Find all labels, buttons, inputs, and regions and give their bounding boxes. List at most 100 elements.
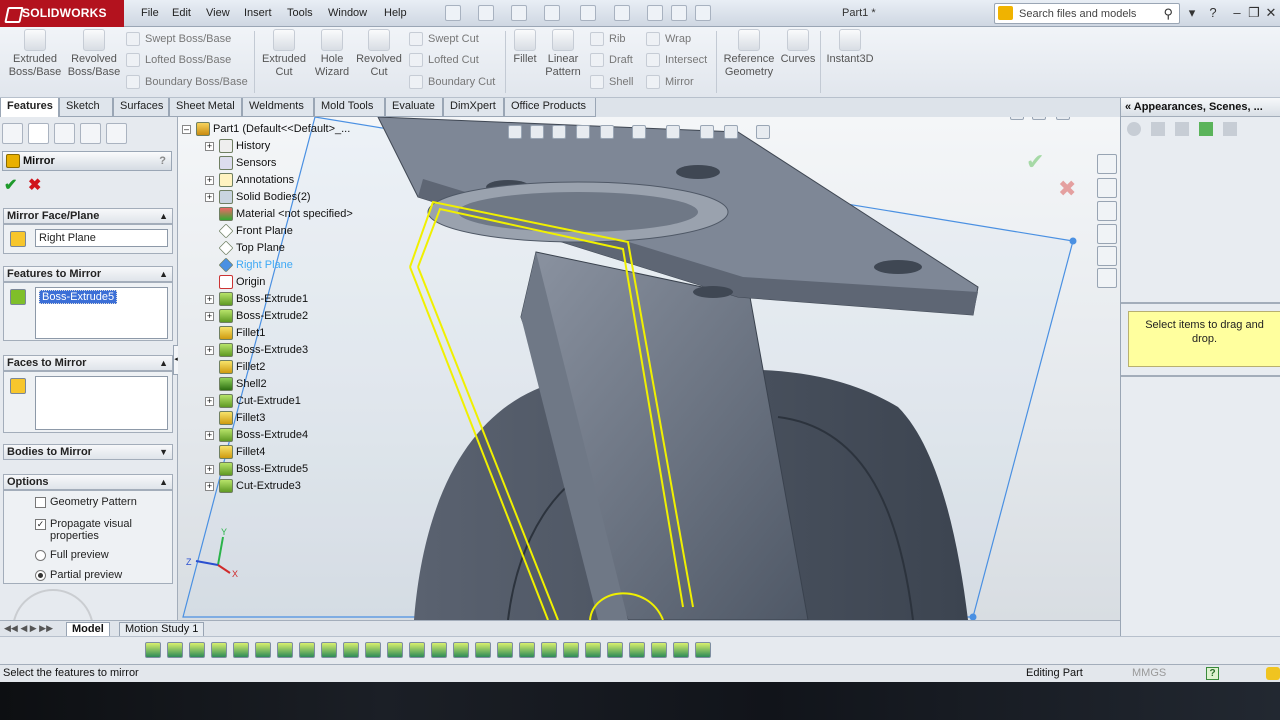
open-icon[interactable] [478, 5, 494, 21]
tab-mold-tools[interactable]: Mold Tools [314, 98, 385, 117]
feature-tool-icon[interactable] [585, 642, 601, 658]
fillet-button[interactable]: Fillet [510, 29, 540, 66]
search-icon[interactable]: ⚲ [1163, 6, 1173, 22]
radio-button[interactable] [35, 570, 46, 581]
feature-tool-icon[interactable] [695, 642, 711, 658]
revolved-cut-button[interactable]: Revolved Cut [354, 29, 404, 79]
tab-dimxpert[interactable]: DimXpert [443, 98, 504, 117]
feature-tool-icon[interactable] [453, 642, 469, 658]
help-icon[interactable]: ? [159, 152, 166, 170]
feature-tool-icon[interactable] [629, 642, 645, 658]
feature-tool-icon[interactable] [431, 642, 447, 658]
wrap-button[interactable]: Wrap [646, 29, 691, 50]
rib-button[interactable]: Rib [590, 29, 626, 50]
menu-edit[interactable]: Edit [172, 0, 191, 27]
extruded-boss-button[interactable]: Extruded Boss/Base [8, 29, 62, 79]
faces-list[interactable] [35, 376, 168, 430]
feature-tool-icon[interactable] [651, 642, 667, 658]
notification-icon[interactable] [1266, 667, 1280, 680]
feature-tool-icon[interactable] [673, 642, 689, 658]
feature-tool-icon[interactable] [145, 642, 161, 658]
hide-show-items-icon[interactable] [666, 125, 680, 139]
boundary-boss-button[interactable]: Boundary Boss/Base [126, 72, 248, 93]
add-folder-icon[interactable] [1175, 122, 1189, 136]
refresh-icon[interactable] [1199, 122, 1213, 136]
restore-icon[interactable] [1056, 117, 1070, 120]
custom-properties-icon[interactable] [1097, 268, 1117, 288]
feature-tool-icon[interactable] [563, 642, 579, 658]
display-manager-icon[interactable] [106, 123, 127, 144]
tab-sketch[interactable]: Sketch [59, 98, 113, 117]
feature-tool-icon[interactable] [541, 642, 557, 658]
linear-pattern-button[interactable]: Linear Pattern [543, 29, 583, 79]
feature-tool-icon[interactable] [607, 642, 623, 658]
geometry-pattern-checkbox[interactable]: Geometry Pattern [35, 496, 137, 508]
checkbox[interactable] [35, 497, 46, 508]
section-view-icon[interactable] [576, 125, 590, 139]
menu-file[interactable]: File [141, 0, 159, 27]
feature-tool-icon[interactable] [211, 642, 227, 658]
view-settings-icon[interactable] [756, 125, 770, 139]
lofted-boss-button[interactable]: Lofted Boss/Base [126, 50, 231, 71]
help-icon[interactable]: ? [1204, 5, 1222, 21]
feature-tool-icon[interactable] [475, 642, 491, 658]
feature-tool-icon[interactable] [233, 642, 249, 658]
appearances-icon[interactable] [1127, 122, 1141, 136]
confirm-cancel-icon[interactable]: ✖ [1058, 176, 1076, 202]
menu-tools[interactable]: Tools [287, 0, 313, 27]
up-icon[interactable] [1223, 122, 1237, 136]
curves-button[interactable]: Curves [780, 29, 816, 66]
feature-tool-icon[interactable] [519, 642, 535, 658]
list-item[interactable]: Boss-Extrude5 [39, 290, 118, 304]
appearances-scenes-icon[interactable] [1097, 246, 1117, 266]
options-icon[interactable] [695, 5, 711, 21]
unit-system[interactable]: MMGS [1132, 665, 1166, 682]
intersect-button[interactable]: Intersect [646, 50, 707, 71]
close-icon[interactable]: ✕ [1078, 117, 1089, 120]
display-style-icon[interactable] [632, 125, 646, 139]
swept-boss-button[interactable]: Swept Boss/Base [126, 29, 231, 50]
new-document-icon[interactable] [445, 5, 461, 21]
tab-surfaces[interactable]: Surfaces [113, 98, 169, 117]
minimize-icon[interactable]: – [1228, 5, 1246, 21]
feature-tool-icon[interactable] [365, 642, 381, 658]
radio-button[interactable] [35, 550, 46, 561]
swept-cut-button[interactable]: Swept Cut [409, 29, 479, 50]
feature-manager-icon[interactable] [2, 123, 23, 144]
save-icon[interactable] [511, 5, 527, 21]
mirror-button[interactable]: Mirror [646, 72, 694, 93]
print-icon[interactable] [544, 5, 560, 21]
features-to-mirror-header[interactable]: Features to Mirror ▲ [3, 266, 173, 282]
hole-wizard-button[interactable]: Hole Wizard [310, 29, 354, 79]
tab-motion-study[interactable]: Motion Study 1 [119, 622, 205, 637]
close-icon[interactable]: ✕ [1262, 5, 1280, 21]
feature-tool-icon[interactable] [277, 642, 293, 658]
view-palette-icon[interactable] [1097, 224, 1117, 244]
restore-icon[interactable]: ❐ [1245, 5, 1263, 21]
boundary-cut-button[interactable]: Boundary Cut [409, 72, 495, 93]
dropdown-arrow-icon[interactable]: ▾ [1183, 5, 1201, 21]
dimxpert-manager-icon[interactable] [80, 123, 101, 144]
search-box[interactable]: Search files and models ⚲ [994, 3, 1180, 24]
split-horizontal-icon[interactable] [1010, 117, 1024, 120]
tab-office-products[interactable]: Office Products [504, 98, 596, 117]
bodies-to-mirror-header[interactable]: Bodies to Mirror ▼ [3, 444, 173, 460]
revolved-boss-button[interactable]: Revolved Boss/Base [66, 29, 122, 79]
search-input[interactable]: Search files and models [1019, 4, 1136, 24]
menu-window[interactable]: Window [328, 0, 367, 27]
divider[interactable] [1121, 375, 1280, 377]
feature-tool-icon[interactable] [321, 642, 337, 658]
help-icon[interactable]: ? [1206, 667, 1219, 680]
feature-tool-icon[interactable] [497, 642, 513, 658]
search-scope-icon[interactable] [998, 6, 1013, 20]
ok-button[interactable]: ✔ [4, 175, 17, 195]
tab-weldments[interactable]: Weldments [242, 98, 314, 117]
file-explorer-icon[interactable] [1097, 201, 1117, 221]
undo-icon[interactable] [580, 5, 596, 21]
file-properties-icon[interactable] [671, 5, 687, 21]
instant3d-button[interactable]: Instant3D [824, 29, 876, 66]
faces-to-mirror-header[interactable]: Faces to Mirror ▲ [3, 355, 173, 371]
feature-tool-icon[interactable] [343, 642, 359, 658]
zoom-to-fit-icon[interactable] [508, 125, 522, 139]
view-orientation-icon[interactable] [600, 125, 614, 139]
